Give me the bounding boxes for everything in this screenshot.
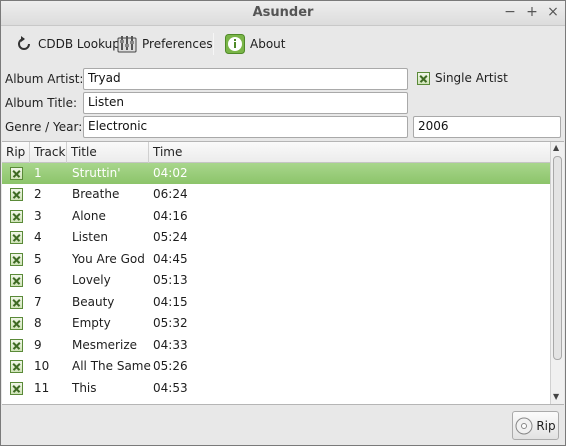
track-time: 06:24 <box>153 187 188 201</box>
about-button[interactable]: About <box>225 32 285 56</box>
track-list-header: Rip Track Title Time <box>2 142 550 163</box>
track-time: 04:02 <box>153 166 188 180</box>
track-title: Alone <box>72 209 106 223</box>
preferences-button[interactable]: Preferences <box>117 32 213 56</box>
track-title: This <box>72 381 97 395</box>
preferences-icon <box>117 36 137 53</box>
track-time: 05:24 <box>153 230 188 244</box>
track-number: 2 <box>34 187 42 201</box>
track-time: 05:32 <box>153 316 188 330</box>
about-label: About <box>250 37 286 51</box>
track-number: 7 <box>34 295 42 309</box>
info-icon <box>225 34 245 54</box>
track-number: 11 <box>34 381 50 395</box>
track-title: You Are God <box>72 252 145 266</box>
table-row[interactable]: 8 Empty 05:32 <box>2 313 550 334</box>
track-number: 8 <box>34 316 42 330</box>
maximize-icon[interactable]: + <box>523 3 541 21</box>
table-row[interactable]: 10 All The Same 05:26 <box>2 356 550 377</box>
table-row[interactable]: 5 You Are God 04:45 <box>2 249 550 270</box>
rip-checkbox[interactable] <box>10 253 23 266</box>
window-title: Asunder <box>252 5 314 20</box>
rip-checkbox[interactable] <box>10 296 23 309</box>
album-title-label: Album Title: <box>5 96 78 110</box>
table-row[interactable]: 11 This 04:53 <box>2 378 550 399</box>
rip-checkbox[interactable] <box>10 167 23 180</box>
rip-checkbox[interactable] <box>10 339 23 352</box>
rip-checkbox[interactable] <box>10 231 23 244</box>
minimize-icon[interactable]: − <box>501 3 519 21</box>
scroll-up-icon[interactable]: ▲ <box>553 143 559 152</box>
year-field[interactable]: 2006 <box>413 116 561 138</box>
column-header-title[interactable]: Title <box>67 142 149 163</box>
preferences-label: Preferences <box>142 37 213 51</box>
close-icon[interactable]: × <box>544 3 562 21</box>
track-time: 04:33 <box>153 338 188 352</box>
table-row[interactable]: 2 Breathe 06:24 <box>2 184 550 205</box>
track-title: Breathe <box>72 187 120 201</box>
cddb-lookup-label: CDDB Lookup <box>38 37 120 51</box>
toolbar: CDDB Lookup Preferences About <box>1 27 565 61</box>
track-number: 9 <box>34 338 42 352</box>
genre-field[interactable]: Electronic <box>83 116 408 138</box>
column-header-track[interactable]: Track <box>30 142 67 163</box>
table-row[interactable]: 1 Struttin' 04:02 <box>2 163 550 184</box>
track-title: Listen <box>72 230 108 244</box>
track-time: 05:26 <box>153 359 188 373</box>
column-header-time[interactable]: Time <box>149 142 550 163</box>
album-title-field[interactable]: Listen <box>83 92 408 114</box>
vertical-scrollbar[interactable]: ▲ ▼ <box>550 142 564 404</box>
track-title: Empty <box>72 316 111 330</box>
track-title: All The Same <box>72 359 151 373</box>
track-time: 04:16 <box>153 209 188 223</box>
track-time: 04:45 <box>153 252 188 266</box>
table-row[interactable]: 7 Beauty 04:15 <box>2 292 550 313</box>
rip-checkbox[interactable] <box>10 382 23 395</box>
cd-icon <box>515 417 533 434</box>
genre-year-label: Genre / Year: <box>5 120 83 134</box>
track-title: Mesmerize <box>72 338 138 352</box>
rip-checkbox[interactable] <box>10 360 23 373</box>
rip-checkbox[interactable] <box>10 188 23 201</box>
album-artist-field[interactable]: Tryad <box>83 68 408 90</box>
rip-checkbox[interactable] <box>10 317 23 330</box>
track-title: Lovely <box>72 273 111 287</box>
track-number: 6 <box>34 273 42 287</box>
refresh-icon <box>18 36 30 50</box>
cddb-lookup-button[interactable]: CDDB Lookup <box>15 32 120 56</box>
column-header-rip[interactable]: Rip <box>2 142 30 163</box>
rip-checkbox[interactable] <box>10 210 23 223</box>
rip-checkbox[interactable] <box>10 274 23 287</box>
table-row[interactable]: 3 Alone 04:16 <box>2 206 550 227</box>
track-time: 05:13 <box>153 273 188 287</box>
track-number: 3 <box>34 209 42 223</box>
single-artist-checkbox[interactable] <box>417 72 430 85</box>
track-number: 1 <box>34 166 42 180</box>
toolbar-separator <box>213 33 214 55</box>
scroll-down-icon[interactable]: ▼ <box>553 392 559 401</box>
scrollbar-thumb[interactable] <box>553 156 562 360</box>
track-time: 04:15 <box>153 295 188 309</box>
table-row[interactable]: 4 Listen 05:24 <box>2 227 550 248</box>
track-number: 5 <box>34 252 42 266</box>
track-time: 04:53 <box>153 381 188 395</box>
table-row[interactable]: 9 Mesmerize 04:33 <box>2 335 550 356</box>
track-list[interactable]: Rip Track Title Time 1 Struttin' 04:02 2… <box>2 141 564 405</box>
title-bar[interactable]: Asunder − + × <box>1 1 565 26</box>
single-artist-label: Single Artist <box>435 71 508 85</box>
track-title: Struttin' <box>72 166 121 180</box>
track-title: Beauty <box>72 295 115 309</box>
rip-button[interactable]: Rip <box>512 411 559 440</box>
app-window: Asunder − + × CDDB Lookup Preferences Ab… <box>0 0 566 446</box>
track-number: 4 <box>34 230 42 244</box>
track-number: 10 <box>34 359 50 373</box>
table-row[interactable]: 6 Lovely 05:13 <box>2 270 550 291</box>
album-artist-label: Album Artist: <box>5 72 84 86</box>
rip-label: Rip <box>536 418 556 433</box>
